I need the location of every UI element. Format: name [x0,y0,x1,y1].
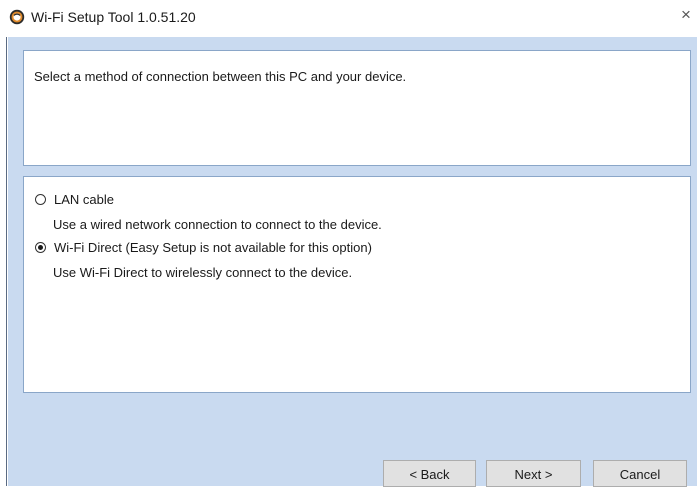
wifi-setup-app-icon [9,9,25,25]
lan-cable-radio[interactable] [35,193,46,205]
wifi-direct-radio[interactable] [35,241,46,253]
close-icon[interactable]: × [675,3,697,27]
wifi-direct-description: Use Wi-Fi Direct to wirelessly connect t… [53,265,353,280]
connection-options-panel: LAN cable Use a wired network connection… [23,176,691,393]
wifi-direct-label[interactable]: Wi-Fi Direct (Easy Setup is not availabl… [54,240,372,255]
next-button[interactable]: Next > [486,460,581,487]
title-bar: Wi-Fi Setup Tool 1.0.51.20 × [0,0,697,37]
lan-cable-description: Use a wired network connection to connec… [53,217,382,232]
back-button[interactable]: < Back [383,460,476,487]
radio-option-wifi-direct[interactable]: Wi-Fi Direct (Easy Setup is not availabl… [35,238,372,256]
radio-option-lan-cable[interactable]: LAN cable [35,190,114,208]
window-title: Wi-Fi Setup Tool 1.0.51.20 [31,9,196,25]
window-border-line [6,30,7,486]
cancel-button[interactable]: Cancel [593,460,687,487]
instruction-text: Select a method of connection between th… [34,69,407,84]
lan-cable-label[interactable]: LAN cable [54,192,114,207]
window-left-edge [0,0,8,486]
instruction-panel: Select a method of connection between th… [23,50,691,166]
